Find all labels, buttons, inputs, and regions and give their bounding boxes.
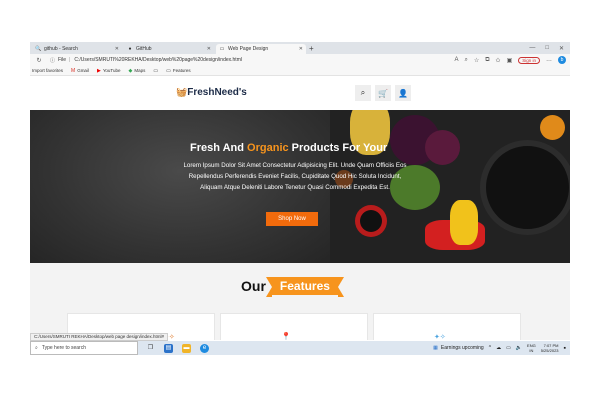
search-icon: 🔍 (35, 46, 42, 52)
maps-icon: ◆ (128, 67, 133, 74)
weather-widget[interactable]: ▦ Earnings upcoming (433, 345, 484, 351)
close-window-button[interactable]: ✕ (559, 45, 564, 52)
search-icon: ⌕ (35, 345, 38, 351)
feature-card: 📍 (220, 313, 368, 340)
github-icon: ● (128, 46, 132, 52)
page-icon: ▭ (153, 67, 159, 74)
link-status-url: C:/Users/SMRUTI REKHA/Desktop/web page d… (30, 333, 169, 341)
header-actions: ⌕ 🛒 👤 (355, 85, 411, 101)
info-icon[interactable]: ⓘ (50, 57, 55, 64)
battery-icon[interactable]: ▭ (506, 345, 511, 351)
notification-icon[interactable]: ▪ (564, 345, 566, 352)
favorite-maps[interactable]: ◆ Maps (129, 68, 146, 74)
zoom-icon[interactable]: ⌕ (464, 57, 467, 64)
address-label: File (58, 57, 67, 63)
tab-web-page-design[interactable]: ▭ Web Page Design ✕ (216, 44, 306, 54)
favorite-import[interactable]: Import favorites (32, 68, 63, 73)
new-tab-button[interactable]: + (309, 44, 314, 54)
bing-icon[interactable]: b (558, 56, 566, 64)
clock[interactable]: 7:07 PM 5/25/2023 (541, 343, 559, 353)
site-header: 🧺FreshNeed's ⌕ 🛒 👤 (30, 77, 570, 110)
tab-github-search[interactable]: 🔍 github - Search ✕ (32, 44, 122, 54)
taskbar: ⌕ Type here to search ❐ ▤ ▬ e ▦ Earnings… (30, 341, 570, 355)
edge-icon[interactable]: e (200, 343, 209, 353)
location-pin-icon: 📍 (281, 332, 291, 340)
cart-icon[interactable]: 🛒 (375, 85, 391, 101)
more-options-icon[interactable]: … (546, 57, 552, 63)
collections-icon[interactable]: ▣ (507, 57, 513, 64)
tab-label: GitHub (136, 46, 152, 52)
taskbar-search[interactable]: ⌕ Type here to search (30, 341, 138, 355)
maximize-button[interactable]: □ (545, 45, 549, 51)
favorite-star-icon[interactable]: ☆ (474, 57, 479, 64)
read-aloud-icon[interactable]: A (454, 57, 458, 63)
favorites-icon[interactable]: ✩ (496, 57, 501, 64)
tab-label: github - Search (44, 46, 78, 52)
widgets-icon[interactable]: ▤ (164, 343, 173, 353)
task-view-icon[interactable]: ❐ (146, 344, 155, 353)
system-tray: ▦ Earnings upcoming ^ ☁ ▭ 🔈 ENG IN 7:07 P… (433, 343, 570, 353)
minimize-button[interactable]: — (529, 45, 535, 51)
tab-label: Web Page Design (228, 46, 269, 52)
youtube-icon: ▶ (96, 67, 101, 74)
basket-icon: 🧺 (176, 87, 188, 97)
features-heading: Our Features (241, 277, 344, 297)
volume-icon[interactable]: 🔈 (516, 345, 522, 351)
cloud-icon[interactable]: ☁ (496, 345, 501, 351)
close-icon[interactable]: ✕ (207, 46, 211, 52)
gmail-icon: M (71, 67, 76, 74)
feature-card: ✦✧ (373, 313, 521, 340)
favorites-bar: Import favorites M Gmail ▶ YouTube ◆ Maps ▭… (30, 66, 570, 76)
feature-illustration: ✦✧ (434, 334, 446, 340)
search-placeholder: Type here to search (41, 345, 87, 351)
features-section: Our Features ✦✧ 📍 ✦✧ (30, 263, 570, 340)
chevron-up-icon[interactable]: ^ (489, 345, 491, 351)
shop-now-button[interactable]: Shop Now (266, 212, 318, 226)
site-logo[interactable]: 🧺FreshNeed's (176, 87, 247, 98)
tab-github[interactable]: ● GitHub ✕ (124, 44, 214, 54)
taskbar-apps: ❐ ▤ ▬ e (146, 343, 209, 353)
close-icon[interactable]: ✕ (299, 46, 303, 52)
browser-tab-strip: 🔍 github - Search ✕ ● GitHub ✕ ▭ Web Pag… (30, 42, 570, 54)
page-icon: ▭ (166, 67, 171, 74)
extensions-icon[interactable]: ⧉ (485, 57, 489, 64)
favorite-youtube[interactable]: ▶ YouTube (97, 68, 121, 74)
url-field[interactable]: C:/Users/SMRUTI%20REKHA/Desktop/web%20pa… (74, 57, 454, 63)
sign-in-button[interactable]: Sign in (518, 56, 540, 64)
stocks-icon: ▦ (433, 345, 438, 351)
hero-description: Lorem Ipsum Dolor Sit Amet Consectetur A… (183, 162, 407, 191)
close-icon[interactable]: ✕ (115, 46, 119, 52)
search-icon[interactable]: ⌕ (355, 85, 371, 101)
hero-banner: Fresh And Organic Products For Your Lore… (30, 110, 570, 263)
language-indicator[interactable]: ENG IN (527, 343, 536, 353)
favorite-features[interactable]: ▭ Features (166, 68, 191, 74)
favorite-gmail[interactable]: M Gmail (71, 68, 89, 74)
address-bar: ↻ ⓘ File | C:/Users/SMRUTI%20REKHA/Deskt… (30, 54, 570, 66)
page-icon: ▭ (219, 46, 225, 52)
file-explorer-icon[interactable]: ▬ (182, 343, 191, 353)
favorite-page[interactable]: ▭ (153, 68, 158, 74)
user-icon[interactable]: 👤 (395, 85, 411, 101)
web-page: 🧺FreshNeed's ⌕ 🛒 👤 Fresh And Organic Pro… (30, 77, 570, 340)
hero-title: Fresh And Organic Products For Your (190, 142, 388, 154)
window-controls: — □ ✕ (529, 42, 570, 54)
refresh-icon[interactable]: ↻ (34, 57, 44, 64)
